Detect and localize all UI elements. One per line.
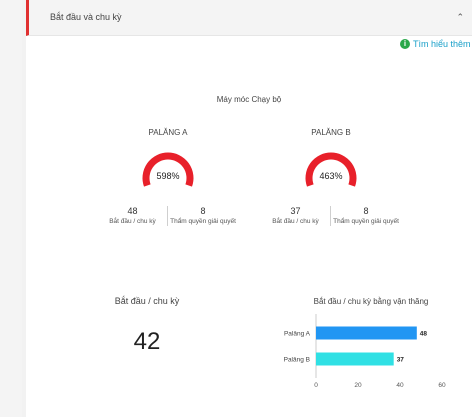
hoist-b-block: PALĂNG B 463% 37 Bắt đầu / chu kỳ 8 Thẩm… — [261, 128, 401, 226]
kpi-label: Bắt đầu / chu kỳ — [114, 296, 180, 306]
left-gutter — [0, 0, 22, 417]
starts-per-cycle-stat: 48 Bắt đầu / chu kỳ — [98, 206, 168, 226]
authority-value: 8 — [363, 206, 369, 216]
hoist-name: PALĂNG B — [311, 128, 351, 137]
section-title: Bắt đầu và chu kỳ — [50, 12, 122, 22]
starts-per-cycle-label: Bắt đầu / chu kỳ — [272, 218, 319, 225]
chart-title: Bắt đầu / chu kỳ bằng vận thăng — [313, 297, 429, 306]
starts-per-hoist-bar-chart: Palăng A 48 Palăng B 37 0 20 40 60 — [284, 314, 446, 389]
group-title: Máy móc Chạy bộ — [216, 95, 282, 104]
data-label: 48 — [420, 331, 428, 338]
data-label: 37 — [397, 357, 405, 364]
hoist-name: PALĂNG A — [148, 128, 188, 137]
hoist-stats: 48 Bắt đầu / chu kỳ 8 Thẩm quyền giải qu… — [98, 206, 238, 226]
authority-label: Thẩm quyền giải quyết — [333, 218, 399, 225]
hoist-a-block: PALĂNG A 598% 48 Bắt đầu / chu kỳ 8 Thẩm… — [98, 128, 238, 226]
gauge-value: 598% — [156, 171, 180, 181]
chevron-up-icon[interactable]: ⌃ — [456, 12, 464, 23]
starts-per-cycle-value: 48 — [127, 206, 138, 216]
category-label: Palăng A — [284, 331, 311, 338]
hoist-stats: 37 Bắt đầu / chu kỳ 8 Thẩm quyền giải qu… — [261, 206, 401, 226]
start-cycle-panel: Bắt đầu và chu kỳ ⌃ i Tìm hiểu thêm Máy … — [26, 0, 472, 417]
bar — [316, 326, 417, 340]
x-tick-label: 0 — [314, 382, 318, 389]
learn-more-link[interactable]: i Tìm hiểu thêm — [400, 39, 471, 49]
authority-label: Thẩm quyền giải quyết — [170, 218, 236, 225]
authority-value: 8 — [200, 206, 206, 216]
gauge-value: 463% — [319, 171, 343, 181]
learn-more-label: Tìm hiểu thêm — [413, 39, 471, 49]
info-icon: i — [400, 39, 410, 49]
authority-stat: 8 Thẩm quyền giải quyết — [331, 206, 401, 226]
kpi-value: 42 — [133, 328, 161, 355]
authority-stat: 8 Thẩm quyền giải quyết — [168, 206, 238, 226]
hoist-gauge: 463% — [261, 149, 401, 189]
x-tick-label: 60 — [438, 382, 446, 389]
x-tick-label: 40 — [396, 382, 404, 389]
bar — [316, 352, 394, 366]
starts-per-cycle-stat: 37 Bắt đầu / chu kỳ — [261, 206, 331, 226]
starts-per-cycle-label: Bắt đầu / chu kỳ — [109, 218, 156, 225]
section-header[interactable]: Bắt đầu và chu kỳ ⌃ — [26, 0, 472, 36]
x-tick-label: 20 — [354, 382, 362, 389]
category-label: Palăng B — [284, 357, 310, 364]
hoist-gauge: 598% — [98, 149, 238, 189]
starts-per-cycle-value: 37 — [290, 206, 301, 216]
